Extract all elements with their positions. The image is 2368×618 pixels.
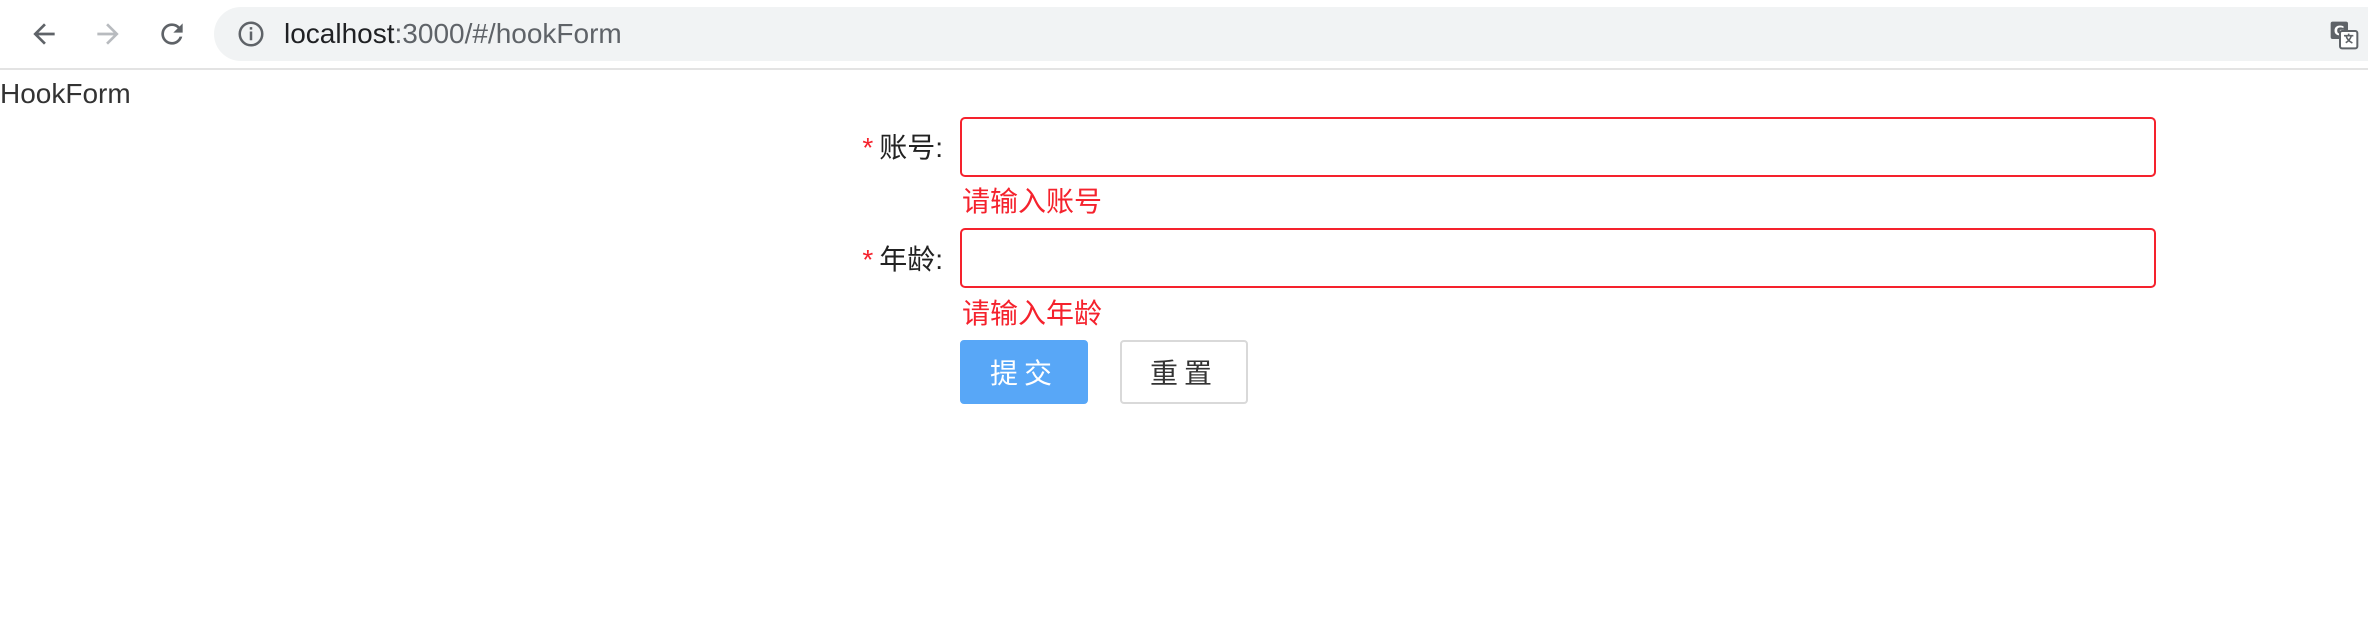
arrow-right-icon bbox=[97, 23, 119, 45]
page-title: HookForm bbox=[0, 78, 131, 109]
forward-button[interactable] bbox=[86, 12, 130, 56]
translate-icon[interactable]: G bbox=[2328, 19, 2360, 51]
back-button[interactable] bbox=[22, 12, 66, 56]
age-error: 请输入年龄 bbox=[962, 298, 1103, 329]
age-input[interactable] bbox=[960, 228, 2156, 288]
age-label-text: 年龄: bbox=[879, 244, 943, 275]
reload-icon bbox=[161, 23, 183, 45]
account-error: 请输入账号 bbox=[962, 186, 1103, 217]
account-input[interactable] bbox=[960, 117, 2156, 177]
reload-button[interactable] bbox=[150, 12, 194, 56]
browser-toolbar: localhost:3000/#/hookForm G bbox=[0, 0, 2368, 70]
account-label: * 账号: bbox=[862, 128, 943, 168]
url-text[interactable]: localhost:3000/#/hookForm bbox=[284, 7, 622, 61]
account-label-text: 账号: bbox=[879, 132, 943, 163]
required-mark: * bbox=[862, 132, 874, 163]
info-icon[interactable] bbox=[236, 19, 266, 49]
arrow-left-icon bbox=[33, 23, 55, 45]
url-host: localhost bbox=[284, 18, 395, 49]
required-mark: * bbox=[862, 244, 874, 275]
address-bar[interactable]: localhost:3000/#/hookForm bbox=[214, 7, 2368, 61]
submit-button[interactable]: 提交 bbox=[960, 340, 1088, 404]
age-label: * 年龄: bbox=[862, 240, 943, 280]
reset-button[interactable]: 重置 bbox=[1120, 340, 1248, 404]
url-path: :3000/#/hookForm bbox=[394, 18, 622, 49]
